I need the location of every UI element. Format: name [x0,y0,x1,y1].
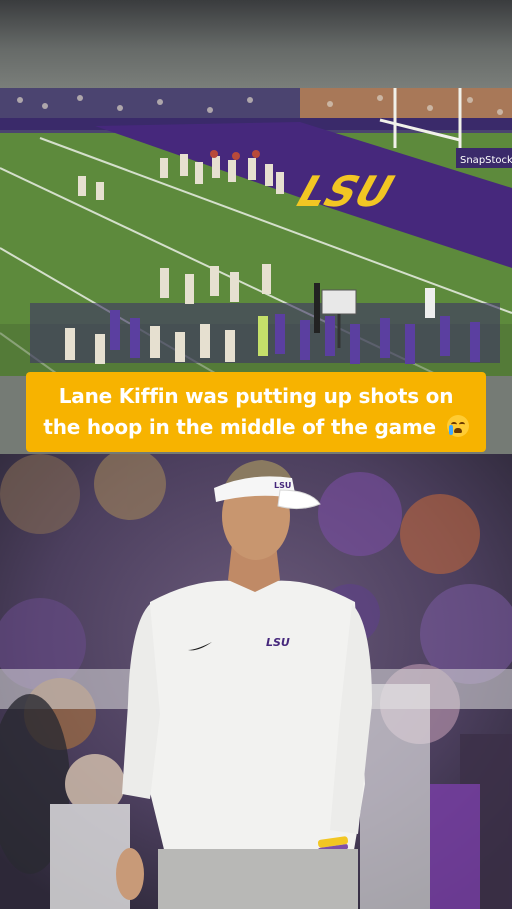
stadium-sign-text: SnapStockiot [460,155,512,166]
field-photo: LSU SnapStockiot [0,88,512,376]
top-gradient-bar [0,0,512,88]
caption-box: Lane Kiffin was putting up shots on the … [26,372,486,452]
caption-line-2: the hoop in the middle of the game [43,415,436,439]
caption-line-1: Lane Kiffin was putting up shots on [58,384,454,408]
shirt-logo: LSU [266,636,290,649]
coach-photo: LSU LSU [0,454,512,909]
caption-text: Lane Kiffin was putting up shots on the … [43,381,469,443]
visor-logo: LSU [274,481,291,490]
loudly-crying-face-icon [446,415,469,437]
